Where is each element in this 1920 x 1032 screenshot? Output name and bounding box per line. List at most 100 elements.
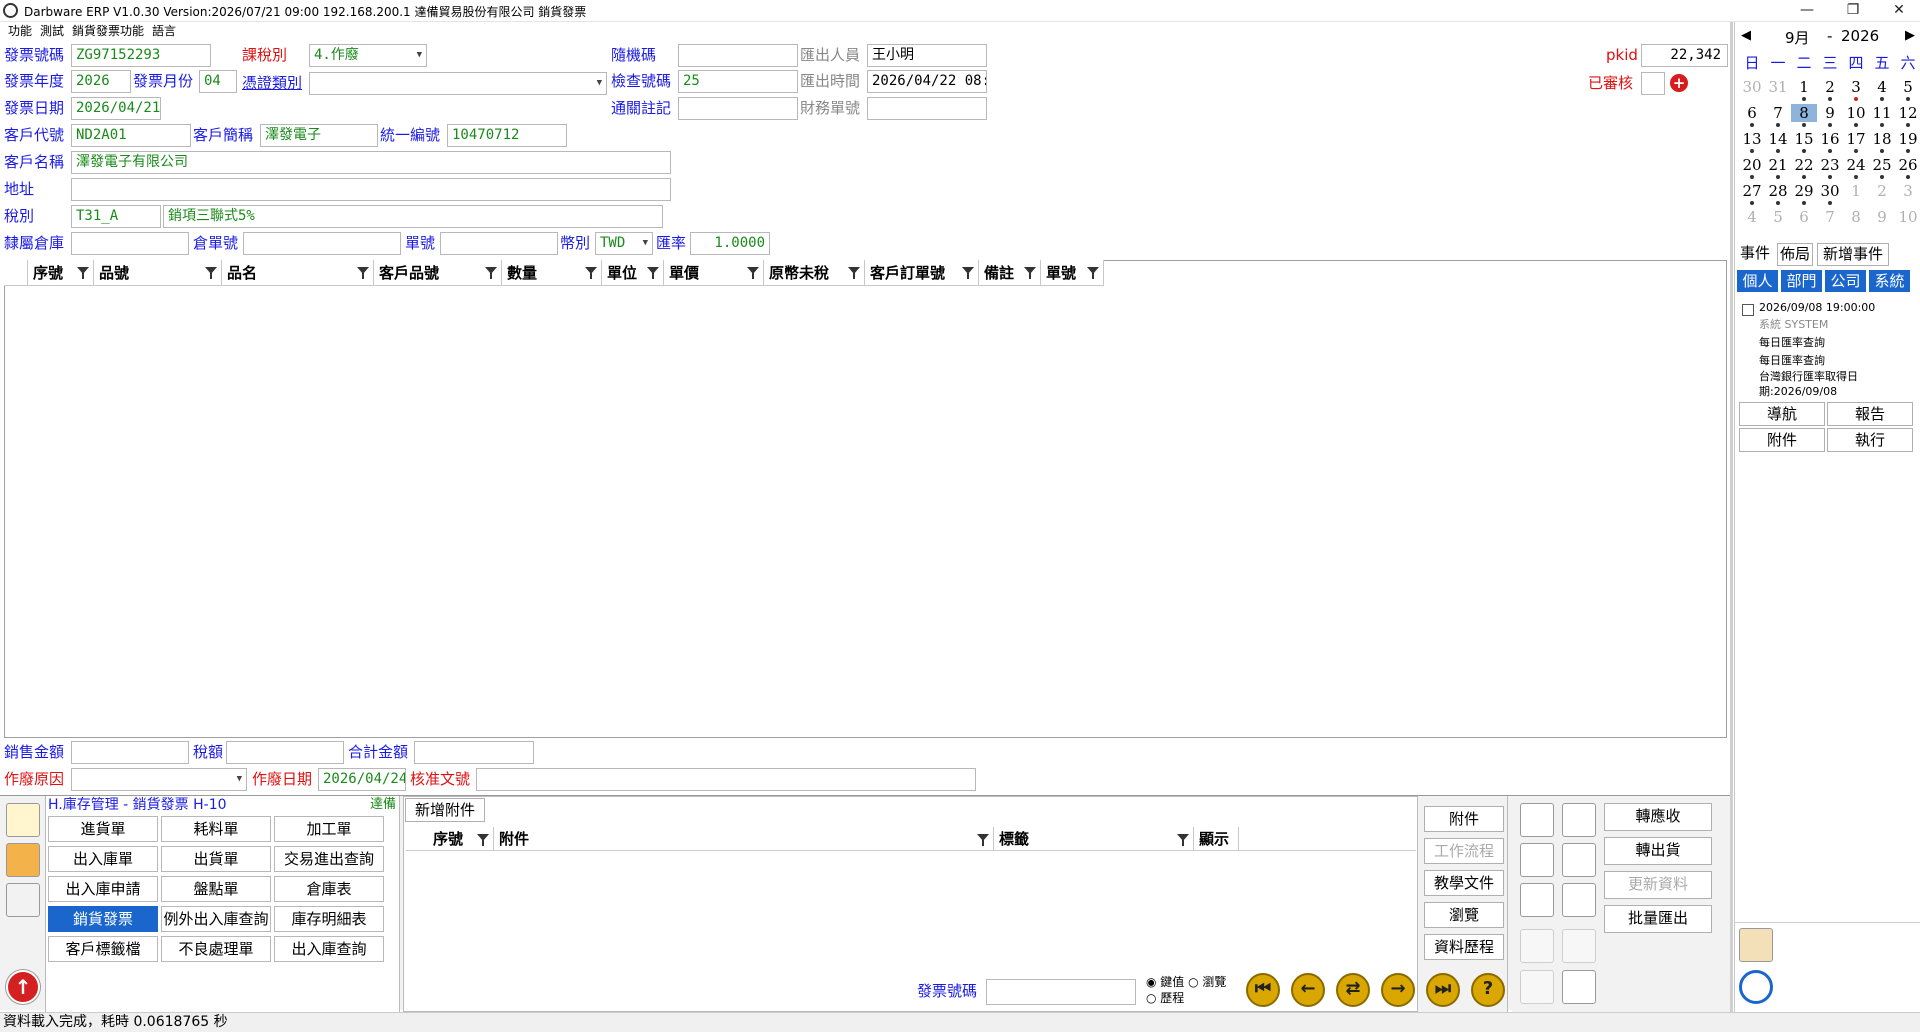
search-doc-icon[interactable]: [1562, 929, 1596, 963]
calendar-day[interactable]: 1: [1843, 182, 1869, 200]
calendar-day[interactable]: 22: [1791, 156, 1817, 174]
calendar-day[interactable]: 16: [1817, 130, 1843, 148]
save-icon[interactable]: [1520, 970, 1554, 1004]
calendar-day[interactable]: 30: [1817, 182, 1843, 200]
module-button[interactable]: 客戶標籤檔: [48, 936, 158, 962]
calendar-day[interactable]: 18: [1869, 130, 1895, 148]
calendar-day[interactable]: 7: [1765, 104, 1791, 122]
search-input[interactable]: [986, 979, 1136, 1005]
col-customer-item[interactable]: 客戶品號: [374, 260, 502, 286]
panel-splitter[interactable]: [1730, 22, 1733, 1012]
module-button[interactable]: 耗料單: [161, 816, 271, 842]
filter-icon[interactable]: [647, 267, 659, 279]
calendar-day[interactable]: 9: [1869, 208, 1895, 226]
module-button[interactable]: 出入庫申請: [48, 876, 158, 902]
invoice-no-field[interactable]: ZG97152293: [71, 44, 211, 67]
calendar-day[interactable]: 14: [1765, 130, 1791, 148]
att-col-file[interactable]: 附件: [494, 827, 994, 851]
history-button[interactable]: 資料歷程: [1424, 934, 1504, 960]
scope-system-tab[interactable]: 系統: [1869, 270, 1910, 292]
filter-icon[interactable]: [77, 267, 89, 279]
calendar-day[interactable]: 11: [1869, 104, 1895, 122]
filter-icon[interactable]: [1024, 267, 1036, 279]
module-button[interactable]: 交易進出查詢: [274, 846, 384, 872]
radio-key[interactable]: ◉ 鍵值 ○ 瀏覽: [1146, 974, 1226, 990]
module-button[interactable]: 倉庫表: [274, 876, 384, 902]
to-receivable-button[interactable]: 轉應收: [1604, 803, 1712, 831]
edit-record-icon[interactable]: [1520, 883, 1554, 917]
first-record-icon[interactable]: ⏮: [1246, 973, 1280, 1007]
close-icon[interactable]: ✕: [1876, 0, 1920, 22]
col-doc-no[interactable]: 單號: [1041, 260, 1104, 286]
invoice-year-field[interactable]: 2026: [71, 70, 131, 93]
print-icon[interactable]: [1562, 843, 1596, 877]
customer-short-field[interactable]: 澤發電子: [260, 124, 378, 147]
help-icon[interactable]: ?: [1471, 973, 1505, 1007]
menu-invoice-functions[interactable]: 銷貨發票功能: [72, 22, 144, 40]
calendar-day[interactable]: 27: [1739, 182, 1765, 200]
module-button[interactable]: 出入庫單: [48, 846, 158, 872]
rate-field[interactable]: 1.0000: [690, 232, 770, 255]
calendar-day[interactable]: 25: [1869, 156, 1895, 174]
document-icon[interactable]: [1562, 883, 1596, 917]
event-checkbox[interactable]: [1742, 304, 1754, 316]
module-button[interactable]: 庫存明細表: [274, 906, 384, 932]
scope-company-tab[interactable]: 公司: [1825, 270, 1866, 292]
invoice-date-field[interactable]: 2026/04/21: [71, 97, 161, 120]
event-title[interactable]: 每日匯率查詢: [1759, 334, 1825, 350]
refresh-icon[interactable]: ⇄: [1336, 973, 1370, 1007]
menu-test[interactable]: 測試: [40, 22, 64, 40]
filter-icon[interactable]: [1087, 267, 1099, 279]
cert-type-select[interactable]: [309, 72, 607, 95]
calendar-day[interactable]: 24: [1843, 156, 1869, 174]
menu-function[interactable]: 功能: [8, 22, 32, 40]
module-button[interactable]: 例外出入庫查詢: [161, 906, 271, 932]
calendar-day[interactable]: 4: [1869, 78, 1895, 96]
last-record-icon[interactable]: ⏭: [1426, 973, 1460, 1007]
currency-select[interactable]: TWD: [595, 232, 653, 255]
audited-checkbox[interactable]: [1641, 72, 1665, 95]
filter-icon[interactable]: [848, 267, 860, 279]
calendar-day[interactable]: 10: [1843, 104, 1869, 122]
filter-icon[interactable]: [205, 267, 217, 279]
filter-icon[interactable]: [485, 267, 497, 279]
void-date-field[interactable]: 2026/04/24: [318, 768, 406, 791]
notes-icon[interactable]: [6, 803, 40, 837]
workflow-button[interactable]: 工作流程: [1424, 838, 1504, 864]
tax-code-field[interactable]: T31_A: [71, 205, 161, 228]
module-button[interactable]: 不良處理單: [161, 936, 271, 962]
calendar-day[interactable]: 28: [1765, 182, 1791, 200]
update-data-button[interactable]: 更新資料: [1604, 871, 1712, 899]
address-field[interactable]: [71, 178, 671, 201]
to-shipment-button[interactable]: 轉出貨: [1604, 837, 1712, 865]
calendar-day[interactable]: 29: [1791, 182, 1817, 200]
filter-icon[interactable]: [585, 267, 597, 279]
warehouse-doc-field[interactable]: [243, 232, 401, 255]
delete-record-icon[interactable]: [1520, 929, 1554, 963]
layout-tab[interactable]: 佈局: [1777, 243, 1813, 266]
calendar-day[interactable]: 5: [1895, 78, 1920, 96]
filter-icon[interactable]: [747, 267, 759, 279]
copy-record-icon[interactable]: [1520, 843, 1554, 877]
scope-department-tab[interactable]: 部門: [1781, 270, 1822, 292]
col-quantity[interactable]: 數量: [502, 260, 602, 286]
col-note[interactable]: 備註: [979, 260, 1041, 286]
up-arrow-icon[interactable]: ↑: [6, 970, 40, 1004]
calendar-day[interactable]: 8: [1791, 104, 1817, 122]
clock-icon[interactable]: [1739, 970, 1773, 1004]
calendar-day[interactable]: 26: [1895, 156, 1920, 174]
radio-history[interactable]: ○ 歷程: [1146, 990, 1226, 1006]
add-attachment-tab[interactable]: 新增附件: [405, 798, 485, 822]
flower-icon[interactable]: [6, 843, 40, 877]
col-item-name[interactable]: 品名: [222, 260, 374, 286]
calendar-day[interactable]: 10: [1895, 208, 1920, 226]
filter-icon[interactable]: [962, 267, 974, 279]
calendar-day[interactable]: 6: [1791, 208, 1817, 226]
unified-no-field[interactable]: 10470712: [447, 124, 567, 147]
robot-icon[interactable]: [1739, 928, 1773, 962]
calendar-day[interactable]: 3: [1895, 182, 1920, 200]
next-icon[interactable]: →: [1381, 973, 1415, 1007]
export-doc-icon[interactable]: [1562, 970, 1596, 1004]
calendar-day[interactable]: 13: [1739, 130, 1765, 148]
col-customer-order[interactable]: 客戶訂單號: [865, 260, 979, 286]
